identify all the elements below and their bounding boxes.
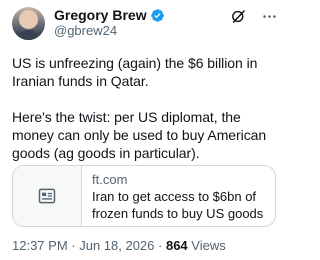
views-label: Views <box>187 238 226 253</box>
article-icon <box>38 188 56 204</box>
link-card-title: Iran to get access to $6bn of frozen fun… <box>92 189 264 221</box>
meta-separator: · <box>67 238 80 253</box>
tweet-header: Gregory Brew @gbrew24 <box>12 6 278 40</box>
tweet-date[interactable]: Jun 18, 2026 <box>79 238 154 253</box>
author-display-name[interactable]: Gregory Brew <box>54 7 147 23</box>
tweet[interactable]: Gregory Brew @gbrew24 US is unfreezing (… <box>0 0 290 260</box>
author-handle[interactable]: @gbrew24 <box>54 23 165 39</box>
verified-badge-icon <box>150 8 164 22</box>
views-count: 864 <box>165 238 188 253</box>
header-actions <box>230 8 278 25</box>
tweet-time[interactable]: 12:37 PM <box>12 238 68 253</box>
link-card-text: ft.com Iran to get access to $6bn of fro… <box>82 166 263 226</box>
link-card-thumbnail <box>13 166 82 226</box>
link-card[interactable]: ft.com Iran to get access to $6bn of fro… <box>12 165 276 227</box>
author-info: Gregory Brew @gbrew24 <box>54 7 165 39</box>
name-row: Gregory Brew <box>54 7 165 23</box>
more-icon[interactable] <box>261 8 278 25</box>
avatar[interactable] <box>12 6 45 40</box>
tweet-metadata: 12:37 PM · Jun 18, 2026 · 864 Views <box>12 238 226 253</box>
tweet-text: US is unfreezing (again) the $6 billion … <box>12 55 267 161</box>
meta-separator: · <box>154 238 166 253</box>
link-card-domain: ft.com <box>92 172 128 187</box>
grok-icon[interactable] <box>230 8 247 25</box>
